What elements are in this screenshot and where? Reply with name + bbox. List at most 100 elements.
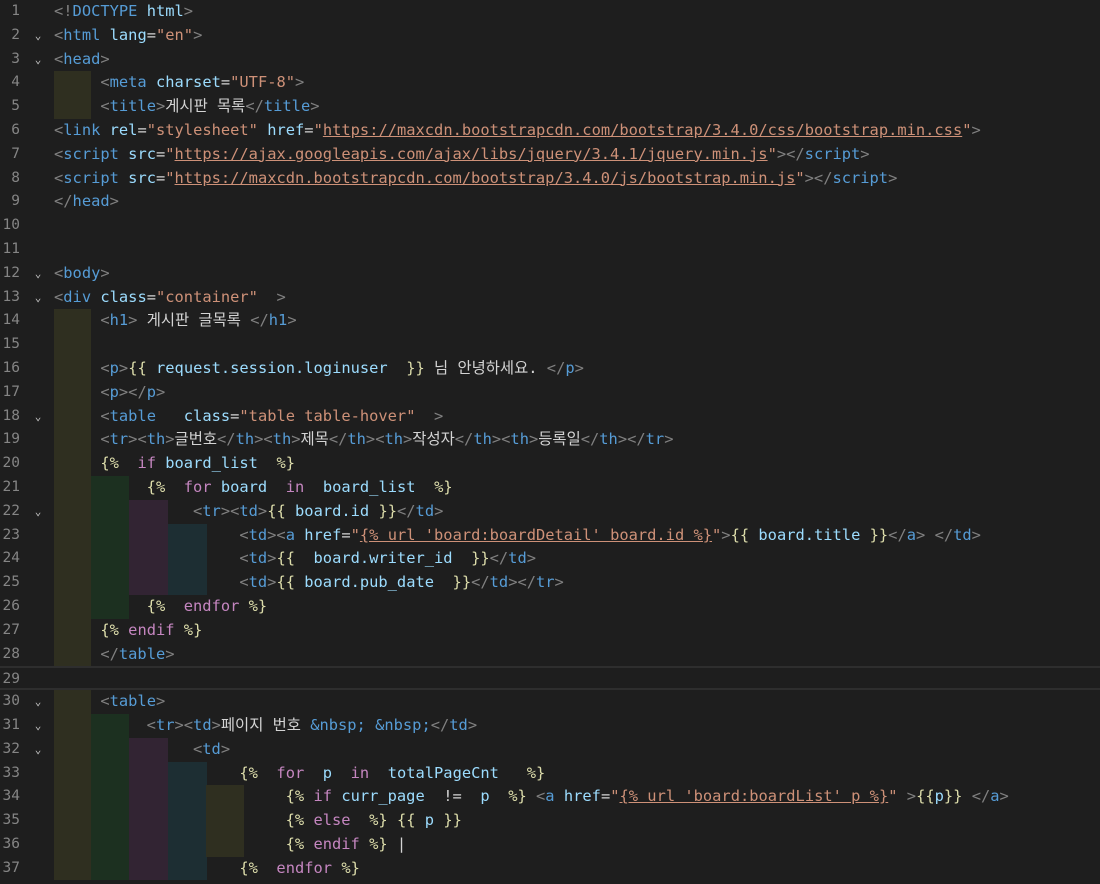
code-line[interactable]: 31 ⌄ <tr><td>페이지 번호 &nbsp; &nbsp;</td> — [0, 713, 1100, 738]
code-line[interactable]: 6 <link rel="stylesheet" href="https://ma… — [0, 119, 1100, 143]
code-line[interactable]: 17 <p></p> — [0, 380, 1100, 405]
code-token: href — [563, 787, 601, 806]
code-token: > — [434, 406, 444, 425]
code-line[interactable]: 14 <h1> 게시판 글목록 </h1> — [0, 309, 1100, 334]
chevron-down-icon[interactable]: ⌄ — [28, 286, 48, 310]
code-line[interactable]: 28 </table> — [0, 642, 1100, 667]
code-line[interactable]: 4 <meta charset="UTF-8"> — [0, 71, 1100, 96]
code-line[interactable]: 29 — [0, 666, 1100, 691]
code-token: </ — [250, 311, 269, 330]
code-line[interactable]: 20 {% if board_list %} — [0, 452, 1100, 476]
line-number: 11 — [2, 240, 20, 257]
line-number: 37 — [2, 859, 20, 876]
line-number: 2 — [11, 26, 20, 43]
line-code: <title>게시판 목록</title> — [54, 95, 319, 119]
chevron-down-icon[interactable]: ⌄ — [28, 24, 48, 48]
code-token: {% — [100, 620, 119, 639]
code-line[interactable]: 34 {% if curr_page != p %} <a href="{% u… — [0, 785, 1100, 810]
code-token: < — [100, 382, 110, 401]
code-line[interactable]: 21 {% for board in board_list %} — [0, 475, 1100, 500]
code-token: </ — [489, 549, 509, 568]
code-token: tr — [645, 430, 665, 449]
chevron-down-icon[interactable]: ⌄ — [28, 48, 48, 72]
code-token: = — [137, 120, 147, 139]
code-line[interactable]: 12 ⌄ <body> — [0, 262, 1100, 286]
code-token: | — [387, 834, 407, 853]
code-token: &nbsp; — [375, 715, 431, 734]
chevron-down-icon[interactable]: ⌄ — [28, 690, 48, 714]
code-line[interactable]: 24 <td>{{ board.writer_id }}</td> — [0, 547, 1100, 572]
code-line[interactable]: 10 — [0, 214, 1100, 238]
code-line[interactable]: 37 {% endfor %} — [0, 856, 1100, 881]
code-line[interactable]: 11 — [0, 238, 1100, 262]
code-line[interactable]: 36 {% endif %} | — [0, 832, 1100, 857]
code-token: < — [54, 25, 64, 44]
code-token: a — [285, 525, 295, 544]
code-line[interactable]: 15 — [0, 333, 1100, 357]
code-token: > — [100, 49, 110, 68]
code-line[interactable]: 30 ⌄ <table> — [0, 690, 1100, 714]
code-line[interactable]: 32 ⌄ <td> — [0, 737, 1100, 762]
code-token: th — [235, 430, 255, 449]
code-token: src — [128, 168, 156, 187]
line-number: 31 — [2, 716, 20, 733]
code-token: < — [54, 120, 64, 139]
code-line[interactable]: 16 <p>{{ request.session.loginuser }} 님 … — [0, 356, 1100, 381]
code-line[interactable]: 25 <td>{{ board.pub_date }}</td></tr> — [0, 571, 1100, 595]
code-token: </ — [100, 644, 119, 663]
chevron-down-icon[interactable]: ⌄ — [28, 262, 48, 286]
code-line[interactable]: 1 <!DOCTYPE html> — [0, 0, 1100, 24]
code-token: rel — [109, 120, 138, 139]
code-line[interactable]: 3 ⌄ <head> — [0, 48, 1100, 72]
chevron-down-icon[interactable]: ⌄ — [28, 405, 48, 429]
code-line[interactable]: 5 <title>게시판 목록</title> — [0, 95, 1100, 119]
line-number: 13 — [2, 288, 20, 305]
code-line[interactable]: 7 <script src="https://ajax.googleapis.co… — [0, 143, 1100, 167]
code-line[interactable]: 8 <script src="https://maxcdn.bootstrapcd… — [0, 167, 1100, 191]
line-code: <td>{{ board.pub_date }}</td></tr> — [54, 571, 564, 595]
code-line[interactable]: 19 <tr><th>글번호</th><th>제목</th><th>작성자</t… — [0, 428, 1100, 453]
line-code: {% endif %} | — [54, 833, 407, 857]
code-token: > — [165, 644, 175, 663]
chevron-down-icon[interactable]: ⌄ — [28, 500, 48, 524]
code-line[interactable]: 27 {% endif %} — [0, 618, 1100, 643]
code-line[interactable]: 13 ⌄ <div class="container" > — [0, 286, 1100, 310]
code-editor[interactable]: 1 <!DOCTYPE html> 2 ⌄ <html lang="en"> 3 ⌄ <hea… — [0, 0, 1100, 884]
code-token: table — [118, 644, 166, 663]
code-line[interactable]: 9 </head> — [0, 190, 1100, 214]
code-line[interactable]: 22 ⌄ <tr><td>{{ board.id }}</td> — [0, 499, 1100, 524]
code-line[interactable]: 2 ⌄ <html lang="en"> — [0, 24, 1100, 48]
code-token: < — [54, 49, 64, 68]
line-number: 20 — [2, 455, 20, 472]
code-token: " — [610, 787, 620, 806]
code-token: https://maxcdn.bootstrapcdn.com/bootstra… — [322, 120, 963, 139]
line-code: <link rel="stylesheet" href="https://max… — [54, 119, 981, 143]
line-code: {% if curr_page != p %} <a href="{% url … — [54, 785, 1009, 809]
code-line[interactable]: 23 <td><a href="{% url 'board:boardDetai… — [0, 523, 1100, 548]
chevron-down-icon[interactable]: ⌄ — [28, 714, 48, 738]
code-line[interactable]: 18 ⌄ <table class="table table-hover" > — [0, 404, 1100, 429]
code-token: in — [285, 477, 305, 496]
code-token: = — [304, 120, 314, 139]
code-line[interactable]: 33 {% for p in totalPageCnt %} — [0, 761, 1100, 786]
code-line[interactable]: 35 {% else %} {{ p }} — [0, 809, 1100, 833]
chevron-down-icon[interactable]: ⌄ — [28, 738, 48, 762]
code-token: </ — [397, 501, 416, 520]
code-token: " — [888, 787, 898, 806]
code-line[interactable]: 26 {% endfor %} — [0, 594, 1100, 619]
